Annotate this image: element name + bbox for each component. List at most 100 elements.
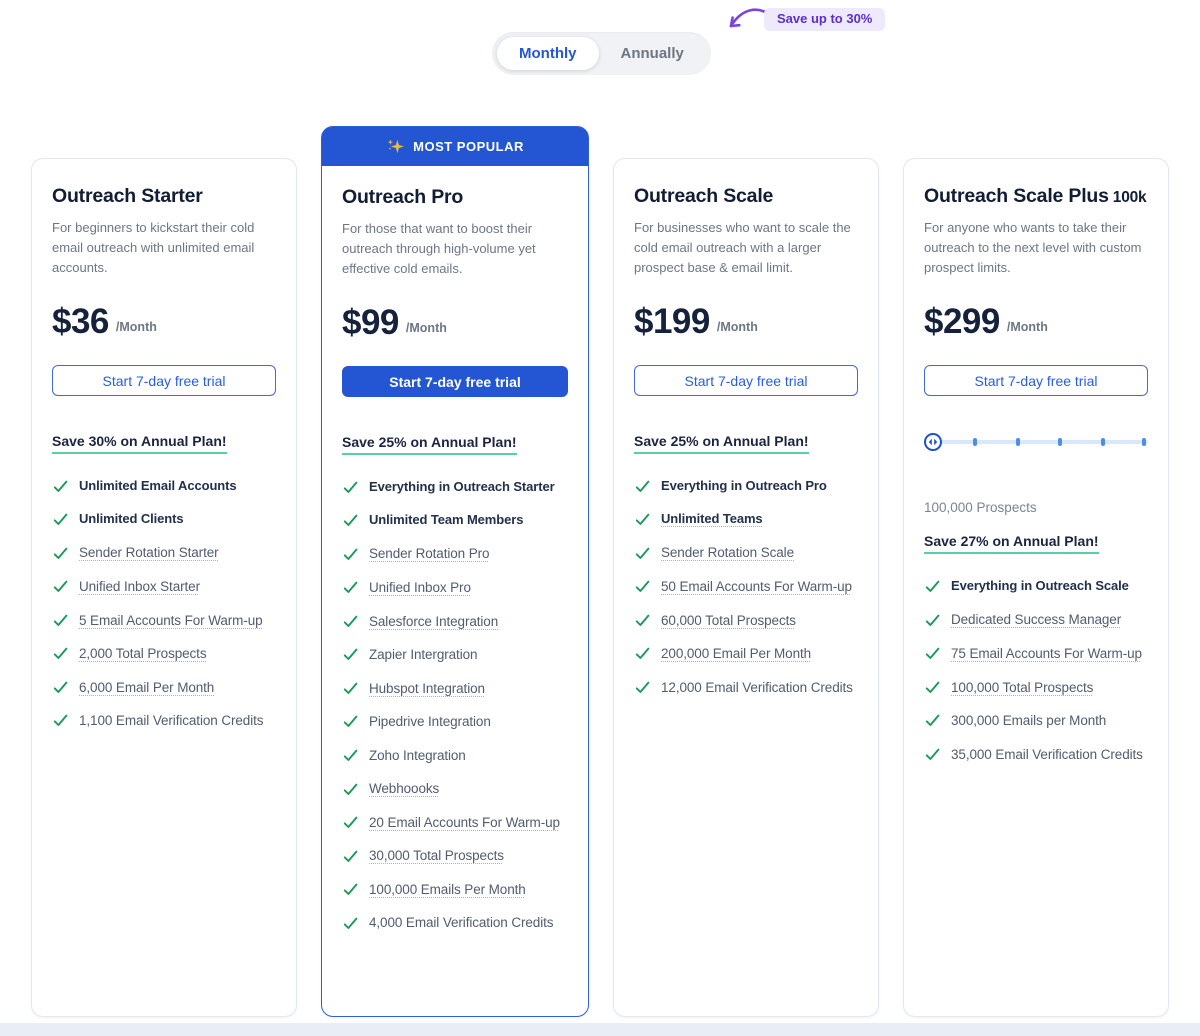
feature-label: Unlimited Clients bbox=[79, 511, 183, 528]
feature-row: 100,000 Emails Per Month bbox=[342, 881, 568, 899]
plan-price-row: $199/Month bbox=[634, 304, 858, 339]
feature-label[interactable]: 200,000 Email Per Month bbox=[661, 645, 811, 663]
plan-price-row: $299/Month bbox=[924, 304, 1148, 339]
slider-handle[interactable] bbox=[924, 433, 942, 451]
feature-label[interactable]: 100,000 Emails Per Month bbox=[369, 881, 526, 899]
feature-label[interactable]: Salesforce Integration bbox=[369, 613, 498, 631]
check-icon bbox=[924, 612, 941, 629]
feature-label[interactable]: 2,000 Total Prospects bbox=[79, 645, 206, 663]
feature-label: 12,000 Email Verification Credits bbox=[661, 679, 853, 697]
prospects-slider[interactable] bbox=[924, 433, 1148, 451]
toggle-monthly[interactable]: Monthly bbox=[497, 37, 599, 70]
feature-label[interactable]: 60,000 Total Prospects bbox=[661, 612, 796, 630]
slider-tick bbox=[1058, 438, 1062, 446]
start-trial-button[interactable]: Start 7-day free trial bbox=[924, 365, 1148, 396]
check-icon bbox=[52, 511, 69, 528]
feature-label[interactable]: Sender Rotation Pro bbox=[369, 545, 489, 563]
check-icon bbox=[634, 478, 651, 495]
feature-row: Everything in Outreach Starter bbox=[342, 479, 568, 496]
plan-price: $36 bbox=[52, 304, 109, 339]
slider-tick bbox=[973, 438, 977, 446]
feature-row: 12,000 Email Verification Credits bbox=[634, 679, 858, 697]
feature-label: Everything in Outreach Pro bbox=[661, 478, 827, 495]
left-right-arrows-icon bbox=[928, 438, 938, 446]
check-icon bbox=[634, 545, 651, 562]
check-icon bbox=[342, 915, 359, 932]
feature-row: Unified Inbox Starter bbox=[52, 578, 276, 596]
feature-row: Hubspot Integration bbox=[342, 680, 568, 698]
feature-label[interactable]: Hubspot Integration bbox=[369, 680, 485, 698]
save-annual-note-text: Save 27% on Annual Plan! bbox=[924, 533, 1099, 554]
plan-price-row: $99/Month bbox=[342, 305, 568, 340]
feature-row: Everything in Outreach Scale bbox=[924, 578, 1148, 595]
feature-label[interactable]: Webhoooks bbox=[369, 780, 439, 798]
plan-card: Outreach StarterFor beginners to kicksta… bbox=[31, 158, 297, 1017]
check-icon bbox=[52, 679, 69, 696]
save-annual-note: Save 25% on Annual Plan! bbox=[634, 433, 858, 454]
feature-row: Everything in Outreach Pro bbox=[634, 478, 858, 495]
most-popular-banner: MOST POPULAR bbox=[322, 127, 588, 166]
feature-row: 35,000 Email Verification Credits bbox=[924, 746, 1148, 764]
billing-toggle[interactable]: Monthly Annually bbox=[492, 32, 711, 75]
check-icon bbox=[52, 578, 69, 595]
check-icon bbox=[342, 881, 359, 898]
feature-label: Pipedrive Integration bbox=[369, 713, 491, 731]
feature-label[interactable]: 50 Email Accounts For Warm-up bbox=[661, 578, 852, 596]
plan-price: $199 bbox=[634, 304, 710, 339]
check-icon bbox=[52, 478, 69, 495]
feature-list: Everything in Outreach Scale Dedicated Su… bbox=[924, 578, 1148, 763]
feature-list: Unlimited Email Accounts Unlimited Client… bbox=[52, 478, 276, 729]
check-icon bbox=[52, 612, 69, 629]
feature-label: 35,000 Email Verification Credits bbox=[951, 746, 1143, 764]
check-icon bbox=[634, 612, 651, 629]
feature-label[interactable]: 75 Email Accounts For Warm-up bbox=[951, 645, 1142, 663]
plan-title: Outreach Scale bbox=[634, 185, 858, 208]
feature-label[interactable]: 30,000 Total Prospects bbox=[369, 847, 504, 865]
prospects-count-label: 100,000 Prospects bbox=[924, 500, 1148, 515]
feature-label: Unlimited Team Members bbox=[369, 512, 523, 529]
feature-row: Unified Inbox Pro bbox=[342, 579, 568, 597]
check-icon bbox=[52, 712, 69, 729]
start-trial-button[interactable]: Start 7-day free trial bbox=[342, 366, 568, 397]
feature-label[interactable]: Unlimited Teams bbox=[661, 511, 763, 528]
feature-label[interactable]: 5 Email Accounts For Warm-up bbox=[79, 612, 263, 630]
start-trial-button[interactable]: Start 7-day free trial bbox=[634, 365, 858, 396]
start-trial-button[interactable]: Start 7-day free trial bbox=[52, 365, 276, 396]
slider-tick bbox=[1142, 438, 1146, 446]
feature-label[interactable]: Sender Rotation Starter bbox=[79, 544, 219, 562]
slider-track[interactable] bbox=[926, 440, 1148, 444]
check-icon bbox=[634, 645, 651, 662]
save-annual-note-text: Save 25% on Annual Plan! bbox=[342, 434, 517, 455]
check-icon bbox=[924, 712, 941, 729]
feature-row: Sender Rotation Scale bbox=[634, 544, 858, 562]
check-icon bbox=[342, 613, 359, 630]
feature-label[interactable]: Unified Inbox Pro bbox=[369, 579, 471, 597]
slider-tick bbox=[1101, 438, 1105, 446]
feature-row: Salesforce Integration bbox=[342, 613, 568, 631]
feature-label[interactable]: 20 Email Accounts For Warm-up bbox=[369, 814, 560, 832]
feature-row: 50 Email Accounts For Warm-up bbox=[634, 578, 858, 596]
slider-tick bbox=[1016, 438, 1020, 446]
feature-label[interactable]: Sender Rotation Scale bbox=[661, 544, 794, 562]
feature-label: Zoho Integration bbox=[369, 747, 466, 765]
plan-price: $99 bbox=[342, 305, 399, 340]
plan-period: /Month bbox=[717, 320, 758, 334]
feature-label[interactable]: Dedicated Success Manager bbox=[951, 611, 1121, 629]
feature-label: Unlimited Email Accounts bbox=[79, 478, 236, 495]
feature-row: Zoho Integration bbox=[342, 747, 568, 765]
feature-label[interactable]: Unified Inbox Starter bbox=[79, 578, 200, 596]
feature-label: Everything in Outreach Scale bbox=[951, 578, 1129, 595]
feature-label[interactable]: 6,000 Email Per Month bbox=[79, 679, 214, 697]
feature-label: 4,000 Email Verification Credits bbox=[369, 914, 553, 932]
feature-label: 300,000 Emails per Month bbox=[951, 712, 1106, 730]
toggle-annually[interactable]: Annually bbox=[599, 37, 706, 70]
plan-description: For anyone who wants to take their outre… bbox=[924, 218, 1148, 278]
feature-label: 1,100 Email Verification Credits bbox=[79, 712, 263, 730]
plans-row: Outreach StarterFor beginners to kicksta… bbox=[31, 126, 1171, 1017]
feature-row: Sender Rotation Pro bbox=[342, 545, 568, 563]
check-icon bbox=[924, 578, 941, 595]
feature-row: Sender Rotation Starter bbox=[52, 544, 276, 562]
feature-row: Unlimited Clients bbox=[52, 511, 276, 528]
feature-row: 20 Email Accounts For Warm-up bbox=[342, 814, 568, 832]
feature-label[interactable]: 100,000 Total Prospects bbox=[951, 679, 1093, 697]
